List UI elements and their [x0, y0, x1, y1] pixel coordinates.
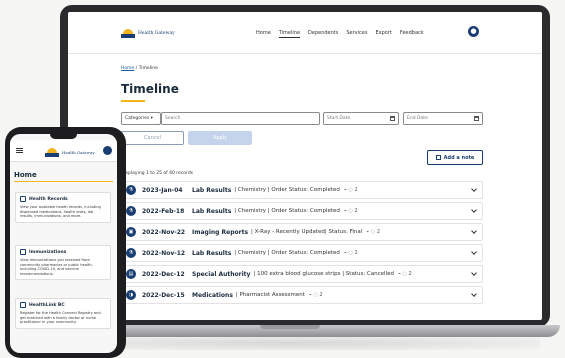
row-attachment-comment-count: ⌁ ◌ 2	[308, 292, 323, 298]
image-icon: ▣	[126, 227, 136, 237]
nav-home[interactable]: Home	[256, 30, 271, 38]
timeline-row[interactable]: ▣ 2022-Nov-22 Imaging Reports | X-Ray - …	[121, 223, 483, 241]
row-date: 2022-Feb-18	[142, 207, 185, 215]
row-date: 2022-Nov-12	[142, 249, 186, 257]
add-note-button[interactable]: Add a note	[427, 150, 483, 165]
categories-dropdown[interactable]: Categories ▾	[121, 112, 161, 125]
row-date: 2022-Dec-15	[142, 291, 185, 299]
row-attachment-comment-count: ⌁ ◌ 2	[366, 229, 381, 235]
start-date-input[interactable]: Start Date	[323, 112, 399, 125]
health-gateway-logo[interactable]: Health Gateway	[121, 29, 175, 38]
nav-timeline[interactable]: Timeline	[278, 30, 301, 38]
chevron-down-icon[interactable]	[471, 186, 477, 192]
chevron-down-icon[interactable]	[471, 270, 477, 276]
row-attachment-comment-count: ⌁ ◌ 2	[343, 208, 358, 214]
timeline-row[interactable]: ▤ 2022-Dec-12 Special Authority | 100 ex…	[121, 265, 483, 283]
calendar-icon[interactable]	[474, 116, 479, 121]
breadcrumb-home[interactable]: Home	[121, 66, 134, 71]
page-title: Timeline	[121, 82, 179, 96]
phone-notch	[50, 134, 77, 139]
chevron-down-icon[interactable]	[471, 228, 477, 234]
end-date-placeholder: End Date	[407, 116, 428, 121]
immunizations-card[interactable]: Immunizations View immunizations you rec…	[15, 245, 111, 281]
note-icon	[435, 155, 441, 160]
apply-button[interactable]: Apply	[188, 131, 252, 145]
flask-icon: ⚗	[126, 185, 136, 195]
title-underline	[14, 181, 113, 182]
row-type: Medications	[192, 291, 233, 299]
filter-row: Categories ▾ Search Start Date End Date	[121, 112, 483, 125]
nav-links: Home Timeline Dependents Services Export…	[256, 30, 424, 38]
row-date: 2022-Dec-12	[142, 270, 185, 278]
card-title: Health Records	[29, 196, 68, 202]
records-icon	[20, 196, 26, 202]
user-avatar-icon[interactable]: ●	[468, 26, 479, 37]
chevron-down-icon[interactable]	[471, 207, 477, 213]
healthlink-card[interactable]: HealthLink BC Register for the Health Co…	[15, 298, 111, 329]
nav-services[interactable]: Services	[346, 30, 367, 38]
healthlink-logo-icon	[20, 302, 26, 308]
user-avatar-icon[interactable]	[103, 146, 112, 155]
logo-text: Health Gateway	[138, 31, 175, 36]
add-note-label: Add a note	[443, 154, 475, 161]
card-title: HealthLink BC	[29, 302, 65, 308]
phone-screen: Health Gateway Home Health Records View …	[10, 134, 117, 353]
row-attachment-comment-count: ⌁ ◌ 2	[397, 271, 412, 277]
top-navbar: Health Gateway Home Timeline Dependents …	[68, 12, 542, 54]
row-type: Lab Results	[192, 186, 232, 194]
syringe-icon	[20, 249, 26, 255]
phone-header: Health Gateway	[10, 140, 117, 162]
timeline-row[interactable]: ⚗ 2022-Feb-18 Lab Results | Chemistry | …	[121, 202, 483, 220]
search-input[interactable]: Search	[161, 112, 320, 125]
row-type: Imaging Reports	[192, 228, 249, 236]
timeline-row[interactable]: ⚗ 2022-Nov-12 Lab Results | Chemistry | …	[121, 244, 483, 262]
health-gateway-logo[interactable]: Health Gateway	[45, 148, 95, 157]
start-date-placeholder: Start Date	[327, 116, 351, 121]
card-body: View immunizations you received from com…	[20, 258, 93, 276]
row-description: | Chemistry | Order Status: Completed	[234, 208, 340, 214]
card-title: Immunizations	[29, 249, 67, 255]
row-description: | Chemistry | Order Status: Completed	[234, 250, 340, 256]
calendar-icon[interactable]	[390, 116, 395, 121]
row-type: Lab Results	[192, 207, 232, 215]
logo-text: Health Gateway	[62, 150, 95, 155]
cancel-button[interactable]: Cancel	[121, 131, 184, 145]
row-description: | Chemistry | Order Status: Completed	[234, 187, 340, 193]
timeline-row[interactable]: ⚗ 2023-Jan-04 Lab Results | Chemistry | …	[121, 181, 483, 199]
nav-dependents[interactable]: Dependents	[308, 30, 338, 38]
end-date-input[interactable]: End Date	[403, 112, 483, 125]
nav-feedback[interactable]: Feedback	[400, 30, 424, 38]
row-type: Lab Results	[192, 249, 232, 257]
row-date: 2023-Jan-04	[142, 186, 183, 194]
pill-icon: ◑	[126, 290, 136, 300]
breadcrumb: Home / Timeline	[121, 66, 158, 71]
row-description: | X-Ray - Recently Updated| Status: Fina…	[251, 229, 363, 235]
title-underline	[121, 100, 145, 102]
timeline-row[interactable]: ◑ 2022-Dec-15 Medications | Pharmacist A…	[121, 286, 483, 304]
chevron-down-icon[interactable]	[471, 291, 477, 297]
flask-icon: ⚗	[126, 248, 136, 258]
row-date: 2022-Nov-22	[142, 228, 186, 236]
row-type: Special Authority	[192, 270, 251, 278]
phone-page-title: Home	[14, 171, 37, 179]
hamburger-menu-icon[interactable]	[16, 148, 23, 153]
health-records-card[interactable]: Health Records View your available healt…	[15, 192, 111, 223]
row-attachment-comment-count: ⌁ ◌ 2	[343, 187, 358, 193]
chevron-down-icon[interactable]	[471, 249, 477, 255]
breadcrumb-current: Timeline	[138, 66, 158, 71]
bc-logo-icon	[45, 148, 59, 157]
row-attachment-comment-count: ⌁ ◌ 2	[343, 250, 358, 256]
file-icon: ▤	[126, 269, 136, 279]
records-count: Displaying 1 to 25 of 40 records	[121, 171, 194, 176]
laptop-screen: Health Gateway Home Timeline Dependents …	[68, 12, 542, 320]
card-body: View your available health records, incl…	[20, 205, 101, 219]
card-body: Register for the Health Connect Registry…	[20, 311, 101, 325]
nav-export[interactable]: Export	[375, 30, 391, 38]
bc-logo-icon	[121, 29, 135, 38]
row-description: | 100 extra blood glucose strips | Statu…	[253, 271, 394, 277]
timeline-list: ⚗ 2023-Jan-04 Lab Results | Chemistry | …	[121, 181, 483, 307]
row-description: | Pharmacist Assessment	[235, 292, 305, 298]
laptop-notch	[260, 325, 320, 329]
flask-icon: ⚗	[126, 206, 136, 216]
